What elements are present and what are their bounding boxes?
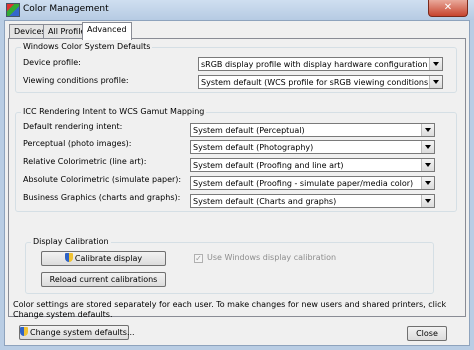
relative-colorimetric-value: System default (Proofing and line art) xyxy=(193,161,344,170)
absolute-colorimetric-value: System default (Proofing - simulate pape… xyxy=(193,179,414,188)
viewing-conditions-label: Viewing conditions profile: xyxy=(23,76,129,85)
perceptual-label: Perceptual (photo images): xyxy=(23,139,132,148)
device-profile-value: sRGB display profile with display hardwa… xyxy=(201,60,428,69)
color-management-icon xyxy=(6,3,20,17)
tab-advanced[interactable]: Advanced xyxy=(82,22,132,40)
chevron-down-icon[interactable] xyxy=(421,124,434,136)
display-calibration-title: Display Calibration xyxy=(31,237,111,246)
icc-mapping-title: ICC Rendering Intent to WCS Gamut Mappin… xyxy=(21,107,207,116)
relative-colorimetric-label: Relative Colorimetric (line art): xyxy=(23,157,147,166)
change-system-defaults-label: Change system defaults... xyxy=(30,328,135,337)
use-windows-calibration-label: Use Windows display calibration xyxy=(207,253,337,262)
title-bar[interactable]: Color Management ✕ xyxy=(0,0,474,20)
close-button[interactable]: Close xyxy=(407,326,447,341)
display-calibration-group: Display Calibration Calibrate display ✓ … xyxy=(25,237,434,294)
calibrate-display-button[interactable]: Calibrate display xyxy=(41,251,166,266)
close-window-icon[interactable]: ✕ xyxy=(428,0,468,17)
relative-colorimetric-select[interactable]: System default (Proofing and line art) xyxy=(190,158,435,172)
color-settings-note: Color settings are stored separately for… xyxy=(13,300,447,319)
chevron-down-icon[interactable] xyxy=(421,141,434,153)
absolute-colorimetric-select[interactable]: System default (Proofing - simulate pape… xyxy=(190,176,435,190)
business-graphics-label: Business Graphics (charts and graphs): xyxy=(23,193,181,202)
icc-mapping-group: ICC Rendering Intent to WCS Gamut Mappin… xyxy=(15,107,457,212)
reload-calibrations-button[interactable]: Reload current calibrations xyxy=(41,272,166,287)
wcs-defaults-title: Windows Color System Defaults xyxy=(21,42,153,51)
absolute-colorimetric-label: Absolute Colorimetric (simulate paper): xyxy=(23,175,182,184)
business-graphics-value: System default (Charts and graphs) xyxy=(193,197,337,206)
wcs-defaults-group: Windows Color System Defaults Device pro… xyxy=(15,42,457,93)
chevron-down-icon[interactable] xyxy=(429,58,442,70)
use-windows-calibration-checkbox[interactable]: ✓ xyxy=(194,254,203,263)
uac-shield-icon xyxy=(64,253,73,262)
window-title: Color Management xyxy=(23,4,109,14)
chevron-down-icon[interactable] xyxy=(421,159,434,171)
device-profile-select[interactable]: sRGB display profile with display hardwa… xyxy=(198,57,443,71)
business-graphics-select[interactable]: System default (Charts and graphs) xyxy=(190,194,435,208)
chevron-down-icon[interactable] xyxy=(421,195,434,207)
viewing-conditions-select[interactable]: System default (WCS profile for sRGB vie… xyxy=(198,75,443,89)
chevron-down-icon[interactable] xyxy=(429,76,442,88)
default-intent-value: System default (Perceptual) xyxy=(193,126,305,135)
color-management-window: Color Management ✕ Devices All Profiles … xyxy=(0,0,474,350)
calibrate-display-label: Calibrate display xyxy=(74,254,143,263)
viewing-conditions-value: System default (WCS profile for sRGB vie… xyxy=(201,78,428,87)
perceptual-select[interactable]: System default (Photography) xyxy=(190,140,435,154)
dialog-client-area: Devices All Profiles Advanced Windows Co… xyxy=(4,20,470,346)
default-intent-label: Default rendering intent: xyxy=(23,122,123,131)
advanced-tab-panel: Windows Color System Defaults Device pro… xyxy=(8,38,466,317)
change-system-defaults-button[interactable]: Change system defaults... xyxy=(19,325,135,340)
device-profile-label: Device profile: xyxy=(23,58,81,67)
uac-shield-icon xyxy=(20,327,28,336)
default-intent-select[interactable]: System default (Perceptual) xyxy=(190,123,435,137)
perceptual-value: System default (Photography) xyxy=(193,143,314,152)
chevron-down-icon[interactable] xyxy=(421,177,434,189)
